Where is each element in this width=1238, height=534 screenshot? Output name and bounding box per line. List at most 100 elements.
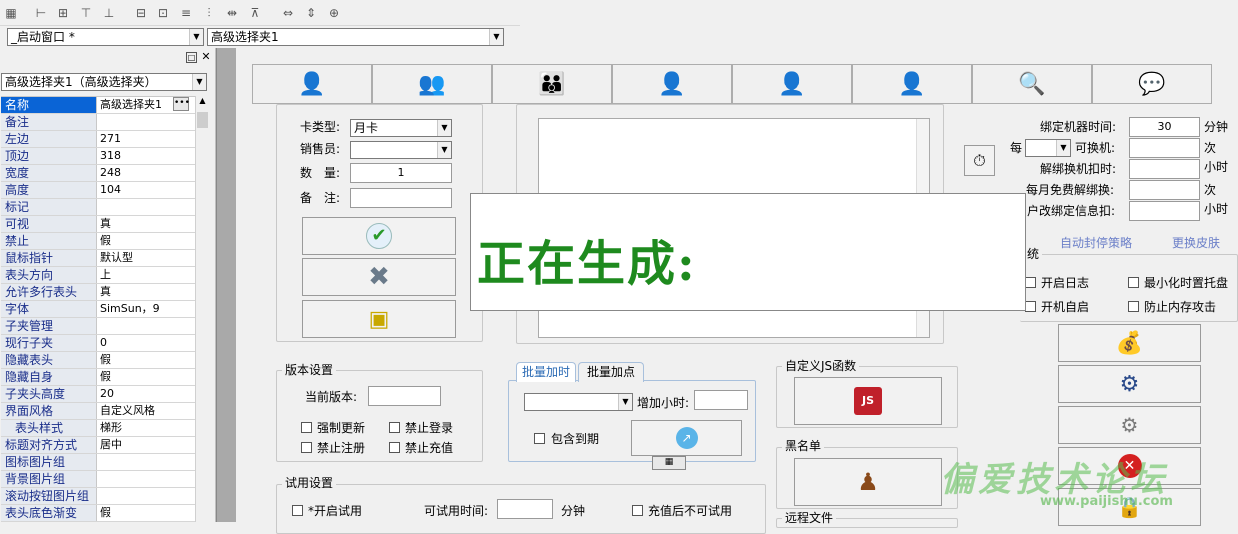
property-row[interactable]: 表头样式 梯形 (1, 420, 195, 437)
ellipsis-button[interactable]: ••• (173, 97, 190, 111)
object-select[interactable]: 高级选择夹1（高级选择夹） ▼ (1, 73, 207, 91)
grid-icon[interactable]: ▦ (3, 5, 19, 21)
property-value[interactable] (97, 318, 195, 334)
property-row[interactable]: 界面风格 自定义风格 (1, 403, 195, 420)
modify-input[interactable] (1129, 201, 1200, 221)
property-row[interactable]: 隐藏表头假 (1, 352, 195, 369)
property-value[interactable]: 梯形 (97, 420, 195, 436)
property-value[interactable]: 真 (97, 216, 195, 232)
property-value[interactable]: 默认型 (97, 250, 195, 266)
forbid-register-checkbox[interactable] (301, 442, 312, 453)
property-row[interactable]: 表头底色渐变假 (1, 505, 195, 522)
free-unbind-input[interactable] (1129, 180, 1200, 200)
toolbar-button-6[interactable]: 👤 (852, 64, 972, 104)
v-space-icon[interactable]: ⇹ (224, 5, 240, 21)
property-row[interactable]: 标题对齐方式 居中 (1, 437, 195, 454)
anti-mem-checkbox[interactable] (1128, 301, 1139, 312)
align-top-icon[interactable]: ⊤ (78, 5, 94, 21)
control-select[interactable]: 高级选择夹1 ▼ (207, 28, 504, 46)
minimize-tray-checkbox[interactable] (1128, 277, 1139, 288)
auto-block-link[interactable]: 自动封停策略 (1060, 234, 1132, 251)
timer-button[interactable]: ⏱ (964, 145, 995, 176)
generate-button[interactable]: ▣ (302, 300, 456, 338)
note-input[interactable] (350, 188, 452, 208)
h-space-icon[interactable]: ⫶ (201, 5, 217, 21)
include-expired-checkbox[interactable] (534, 433, 545, 444)
splitter[interactable] (216, 48, 236, 522)
property-value[interactable]: 上 (97, 267, 195, 283)
property-value[interactable]: SimSun，9 (97, 301, 195, 317)
forbid-recharge-checkbox[interactable] (389, 442, 400, 453)
property-row[interactable]: 字体 SimSun，9 (1, 301, 195, 318)
money-bag-button[interactable]: 💰 (1058, 324, 1201, 362)
property-value[interactable] (97, 488, 195, 504)
quantity-input[interactable]: 1 (350, 163, 452, 183)
toolbar-button-7[interactable]: 🔍 (972, 64, 1092, 104)
card-type-select[interactable]: 月卡 ▼ (350, 119, 452, 137)
property-row[interactable]: 宽度 248 (1, 165, 195, 182)
property-value[interactable]: 居中 (97, 437, 195, 453)
property-row[interactable]: 顶边 318 (1, 148, 195, 165)
scroll-buttons[interactable]: ▦ (652, 456, 686, 470)
align-center-icon[interactable]: ⊞ (55, 5, 71, 21)
change-skin-link[interactable]: 更换皮肤 (1172, 234, 1220, 251)
same-size-icon[interactable]: ≡ (178, 5, 194, 21)
toolbar-button-3[interactable]: 👪 (492, 64, 612, 104)
center-both-icon[interactable]: ⊕ (326, 5, 342, 21)
batch-apply-button[interactable]: ↗ (631, 420, 742, 456)
pin-icon[interactable]: □ (186, 52, 197, 63)
center-icon[interactable]: ⇕ (303, 5, 319, 21)
property-value[interactable]: 真 (97, 284, 195, 300)
property-value[interactable]: 104 (97, 182, 195, 198)
property-row[interactable]: 允许多行表头真 (1, 284, 195, 301)
property-value[interactable] (97, 454, 195, 470)
align-left-icon[interactable]: ⊢ (33, 5, 49, 21)
blacklist-button[interactable]: ♟ (794, 458, 942, 506)
property-row[interactable]: 左边 271 (1, 131, 195, 148)
property-value[interactable]: 248 (97, 165, 195, 181)
property-value[interactable]: 假 (97, 352, 195, 368)
toolbar-button-1[interactable]: 👤 (252, 64, 372, 104)
property-row[interactable]: 子夹头高度 20 (1, 386, 195, 403)
tools-button[interactable]: ✖ (302, 258, 456, 296)
v-center-icon[interactable]: ⇔ (280, 5, 296, 21)
same-width-icon[interactable]: ⊟ (133, 5, 149, 21)
property-value[interactable]: 271 (97, 131, 195, 147)
current-version-input[interactable] (368, 386, 441, 406)
no-trial-checkbox[interactable] (632, 505, 643, 516)
property-row[interactable]: 标记 (1, 199, 195, 216)
property-value[interactable]: 假 (97, 233, 195, 249)
toolbar-button-8[interactable]: 💬 (1092, 64, 1212, 104)
property-value[interactable]: 假 (97, 505, 195, 521)
window-select[interactable]: _启动窗口 * ▼ (7, 28, 204, 46)
changeable-input[interactable] (1129, 138, 1200, 158)
unbind-input[interactable] (1129, 159, 1200, 179)
property-row[interactable]: 禁止假 (1, 233, 195, 250)
property-row[interactable]: 子夹管理 (1, 318, 195, 335)
h-center-icon[interactable]: ⊼ (247, 5, 263, 21)
align-bottom-icon[interactable]: ⊥ (101, 5, 117, 21)
log-checkbox[interactable] (1025, 277, 1036, 288)
custom-js-button[interactable]: JS (794, 377, 942, 425)
property-value[interactable] (97, 199, 195, 215)
property-row[interactable]: 高度 104 (1, 182, 195, 199)
tools-button-2[interactable]: ⚙ (1058, 365, 1201, 403)
property-row[interactable]: 背景图片组 (1, 471, 195, 488)
autostart-checkbox[interactable] (1025, 301, 1036, 312)
tab-batch-time[interactable]: 批量加时 (516, 362, 576, 382)
property-value[interactable]: 0 (97, 335, 195, 351)
property-value[interactable] (97, 471, 195, 487)
scroll-up-icon[interactable]: ▲ (197, 96, 208, 110)
add-hours-input[interactable] (694, 390, 748, 410)
property-row[interactable]: 现行子夹 0 (1, 335, 195, 352)
property-value[interactable]: 自定义风格 (97, 403, 195, 419)
batch-card-select[interactable]: ▼ (524, 393, 633, 411)
scroll-thumb[interactable] (197, 112, 208, 128)
forbid-login-checkbox[interactable] (389, 422, 400, 433)
property-row[interactable]: 可视真 (1, 216, 195, 233)
property-value[interactable] (97, 114, 195, 130)
property-row[interactable]: 滚动按钮图片组 (1, 488, 195, 505)
toolbar-button-2[interactable]: 👥 (372, 64, 492, 104)
property-row[interactable]: 鼠标指针 默认型 (1, 250, 195, 267)
property-row[interactable]: 表头方向上 (1, 267, 195, 284)
